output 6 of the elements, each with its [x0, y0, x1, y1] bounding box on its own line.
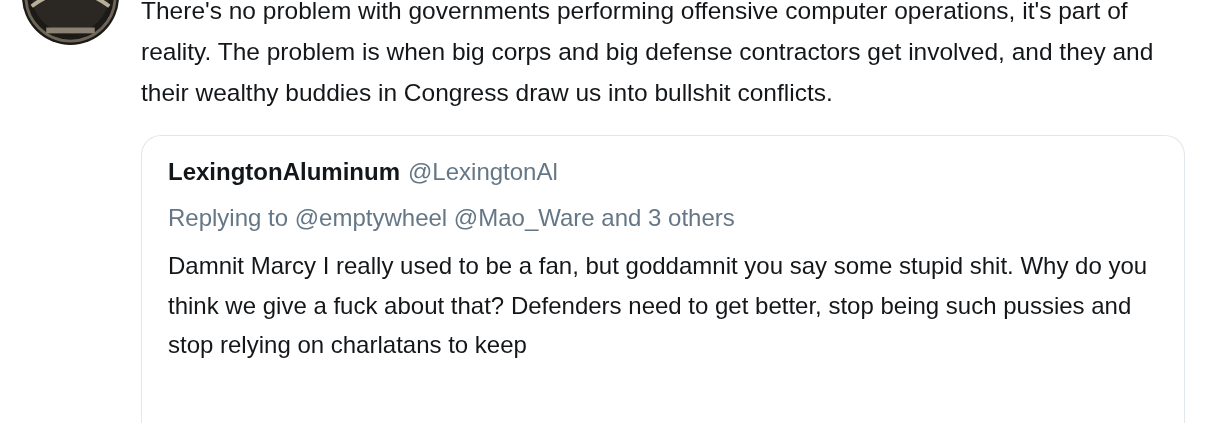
- tweet-text: There's no problem with governments performing offensive computer operations, it's part of reality. The problem is when big corps and big defense contractors get involved, and they and their wealthy buddies in Congress draw us into bullshit conflicts.: [141, 0, 1155, 108]
- quoted-tweet-card[interactable]: [141, 135, 1185, 423]
- user-handle: @LexingtonAl: [408, 158, 558, 186]
- replying-to-text: Replying to @emptywheel @Mao_Ware and 3 others: [168, 204, 736, 232]
- display-name: LexingtonAluminum: [168, 158, 400, 186]
- quoted-tweet-text: Damnit Marcy I really used to be a fan, but goddamnit you say some stupid shit. Why do you think we give a fuck about that? Defenders need to get better, stop being such pussies and stop relying on charlatans to keep: [168, 251, 1149, 360]
